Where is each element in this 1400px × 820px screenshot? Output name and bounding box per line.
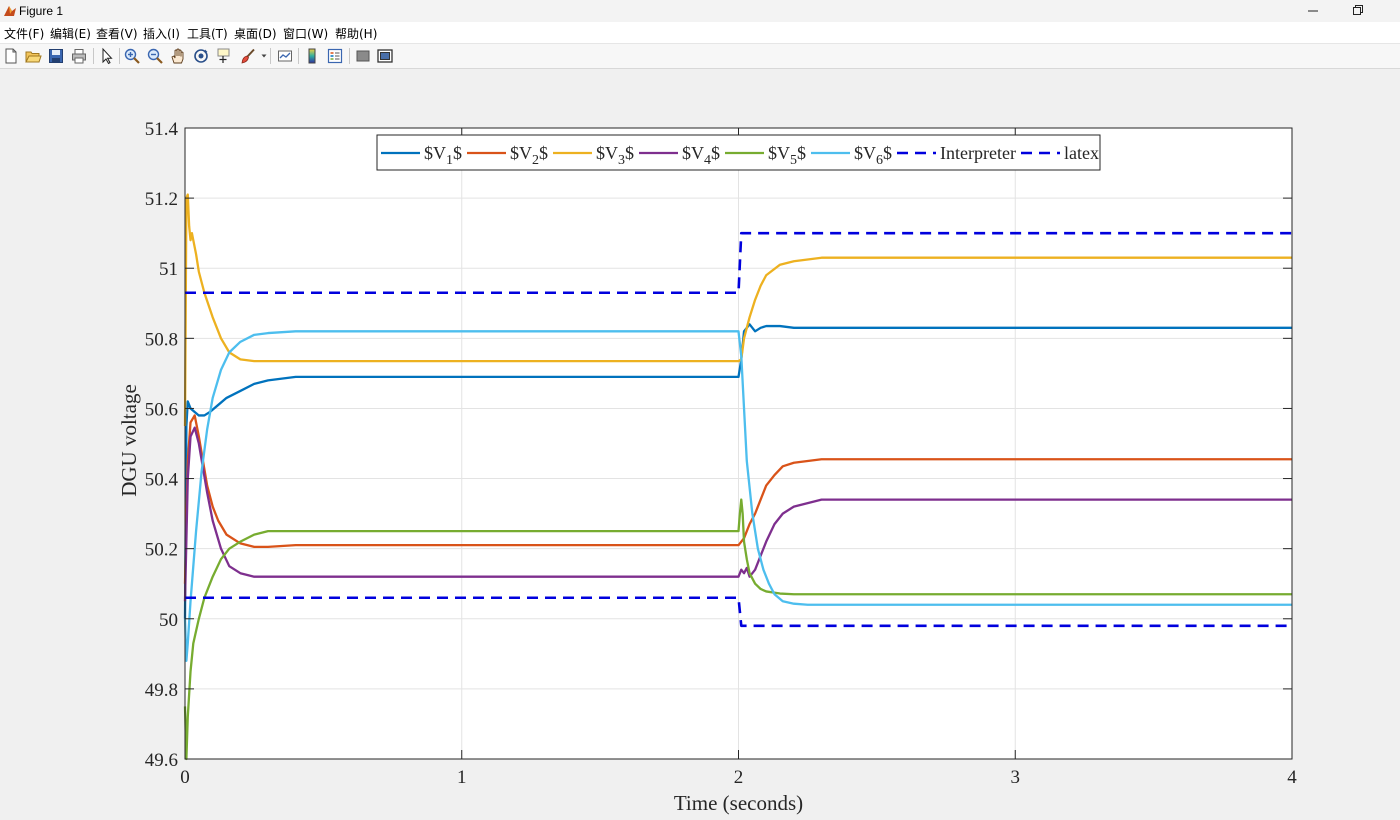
minimize-button[interactable] bbox=[1291, 0, 1335, 22]
restore-icon bbox=[1353, 5, 1363, 15]
line-chart: 0 1 2 3 4 49.6 49.8 50 50.2 50.4 50.6 50.8 51 51.2 51.… bbox=[117, 119, 1297, 815]
link-plot-icon[interactable] bbox=[276, 47, 294, 65]
x-tick-label: 3 bbox=[1011, 767, 1021, 788]
x-tick-label: 0 bbox=[180, 767, 190, 788]
y-tick-label: 49.8 bbox=[145, 680, 178, 701]
zoom-out-icon[interactable] bbox=[146, 47, 164, 65]
data-cursor-icon[interactable] bbox=[215, 47, 233, 65]
y-tick-label: 51 bbox=[159, 259, 178, 280]
hide-plot-tools-icon[interactable] bbox=[354, 47, 372, 65]
toolbar-separator bbox=[349, 48, 350, 64]
figure-canvas: 0 1 2 3 4 49.6 49.8 50 50.2 50.4 50.6 50.8 51 51.2 51.… bbox=[0, 69, 1400, 820]
y-tick-label: 50 bbox=[159, 610, 178, 631]
minimize-icon bbox=[1308, 10, 1318, 12]
y-tick-label: 49.6 bbox=[145, 750, 178, 771]
x-axis-label: Time (seconds) bbox=[674, 791, 803, 815]
colorbar-icon[interactable] bbox=[303, 47, 321, 65]
x-tick-label: 1 bbox=[457, 767, 467, 788]
menu-insert[interactable]: 插入(I) bbox=[143, 25, 180, 42]
toolbar bbox=[0, 44, 1400, 69]
x-tick-label: 4 bbox=[1287, 767, 1297, 788]
show-plot-tools-icon[interactable] bbox=[376, 47, 394, 65]
matlab-logo-icon bbox=[4, 6, 16, 16]
new-figure-icon[interactable] bbox=[2, 47, 20, 65]
pointer-icon[interactable] bbox=[98, 47, 116, 65]
y-tick-label: 50.2 bbox=[145, 540, 178, 561]
menu-tools[interactable]: 工具(T) bbox=[187, 25, 228, 42]
menu-bar: 文件(F) 编辑(E) 查看(V) 插入(I) 工具(T) 桌面(D) 窗口(W… bbox=[0, 22, 1400, 44]
menu-file[interactable]: 文件(F) bbox=[4, 25, 44, 42]
x-tick-label: 2 bbox=[734, 767, 744, 788]
menu-edit[interactable]: 编辑(E) bbox=[50, 25, 91, 42]
title-bar: Figure 1 bbox=[0, 0, 1400, 22]
menu-view[interactable]: 查看(V) bbox=[96, 25, 138, 42]
print-icon[interactable] bbox=[70, 47, 88, 65]
menu-window[interactable]: 窗口(W) bbox=[283, 25, 328, 42]
menu-desktop[interactable]: 桌面(D) bbox=[234, 25, 277, 42]
toolbar-separator bbox=[270, 48, 271, 64]
open-file-icon[interactable] bbox=[24, 47, 42, 65]
legend[interactable]: $V1$ $V2$ $V3$ $V4$ $V5$ $V6$ Interpreter latex bbox=[376, 134, 1101, 171]
toolbar-separator bbox=[298, 48, 299, 64]
y-axis-label: DGU voltage bbox=[117, 384, 141, 497]
brush-icon[interactable] bbox=[239, 47, 257, 65]
legend-label: Interpreter bbox=[940, 143, 1016, 163]
rotate-3d-icon[interactable] bbox=[192, 47, 210, 65]
menu-help[interactable]: 帮助(H) bbox=[335, 25, 377, 42]
restore-button[interactable] bbox=[1335, 0, 1379, 22]
y-tick-label: 51.2 bbox=[145, 189, 178, 210]
y-tick-label: 50.4 bbox=[145, 470, 179, 491]
y-tick-label: 50.6 bbox=[145, 399, 178, 420]
toolbar-separator bbox=[93, 48, 94, 64]
window-title: Figure 1 bbox=[19, 4, 64, 18]
y-tick-label: 51.4 bbox=[145, 119, 179, 140]
toolbar-separator bbox=[119, 48, 120, 64]
y-tick-label: 50.8 bbox=[145, 329, 178, 350]
save-icon[interactable] bbox=[47, 47, 65, 65]
chevron-down-icon[interactable] bbox=[260, 52, 268, 60]
zoom-in-icon[interactable] bbox=[123, 47, 141, 65]
pan-icon[interactable] bbox=[169, 47, 187, 65]
legend-icon[interactable] bbox=[326, 47, 344, 65]
legend-label: latex bbox=[1064, 143, 1099, 163]
